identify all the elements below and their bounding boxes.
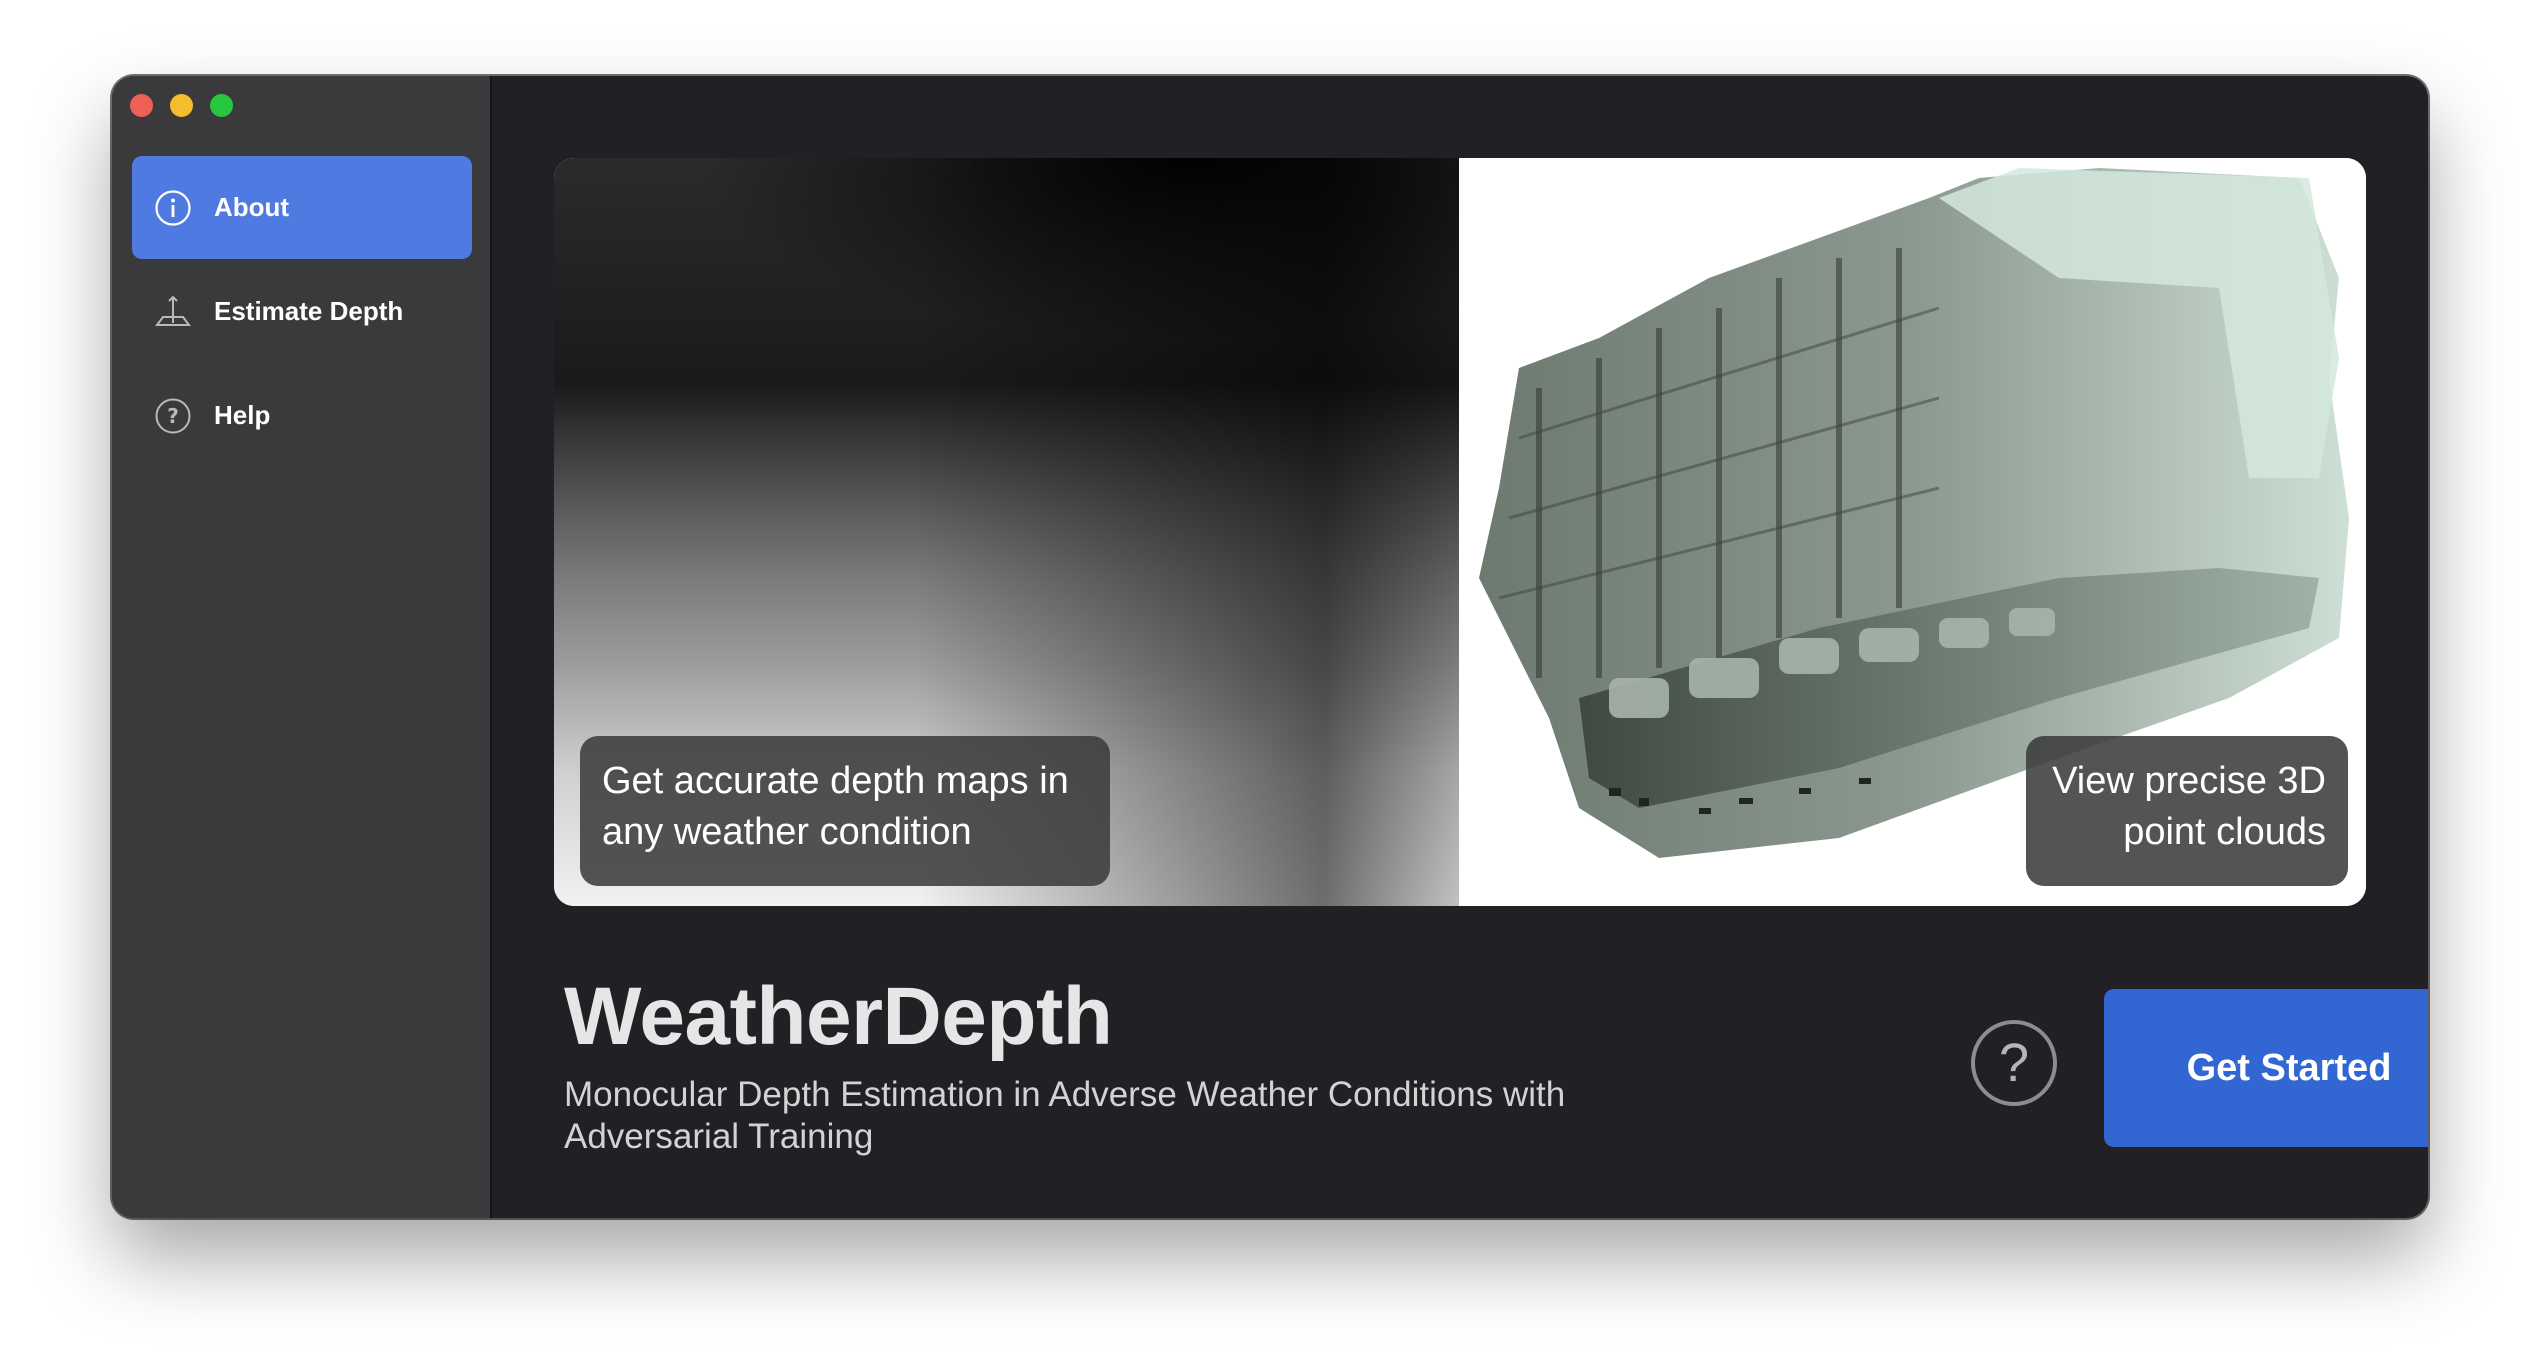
sidebar-item-label: Help <box>214 400 271 430</box>
maximize-window-button[interactable] <box>210 94 233 117</box>
caption-line: any weather condition <box>602 811 972 853</box>
info-icon <box>154 189 192 227</box>
app-window: About Estimate Depth ? Help Get accurate… <box>112 76 2428 1218</box>
point-cloud-caption: View precise 3D point clouds <box>2026 736 2348 886</box>
app-subtitle: Monocular Depth Estimation in Adverse We… <box>564 1074 1644 1158</box>
help-button[interactable]: ? <box>1971 1020 2057 1106</box>
svg-text:?: ? <box>167 404 179 428</box>
app-title: WeatherDepth <box>564 971 1113 1062</box>
subtitle-line: Monocular Depth Estimation in Adverse We… <box>564 1075 1566 1114</box>
sidebar: About Estimate Depth ? Help <box>112 76 492 1218</box>
sidebar-item-label: Estimate Depth <box>214 296 404 326</box>
question-icon: ? <box>1998 1033 2030 1093</box>
depth-map-caption: Get accurate depth maps in any weather c… <box>580 736 1110 886</box>
ruler-depth-icon <box>154 293 192 331</box>
subtitle-line: Adversarial Training <box>564 1117 874 1156</box>
caption-line: View precise 3D <box>2052 760 2326 802</box>
get-started-button[interactable]: Get Started <box>2104 989 2428 1147</box>
sidebar-item-estimate-depth[interactable]: Estimate Depth <box>132 260 472 363</box>
sidebar-item-help[interactable]: ? Help <box>132 364 472 467</box>
question-icon: ? <box>154 397 192 435</box>
sidebar-item-about[interactable]: About <box>132 156 472 259</box>
main-content: Get accurate depth maps in any weather c… <box>492 76 2428 1218</box>
window-controls <box>130 94 233 117</box>
sidebar-item-label: About <box>214 192 290 222</box>
close-window-button[interactable] <box>130 94 153 117</box>
minimize-window-button[interactable] <box>170 94 193 117</box>
hero-banner: Get accurate depth maps in any weather c… <box>554 158 2366 906</box>
caption-line: point clouds <box>2123 811 2326 853</box>
caption-line: Get accurate depth maps in <box>602 760 1069 802</box>
